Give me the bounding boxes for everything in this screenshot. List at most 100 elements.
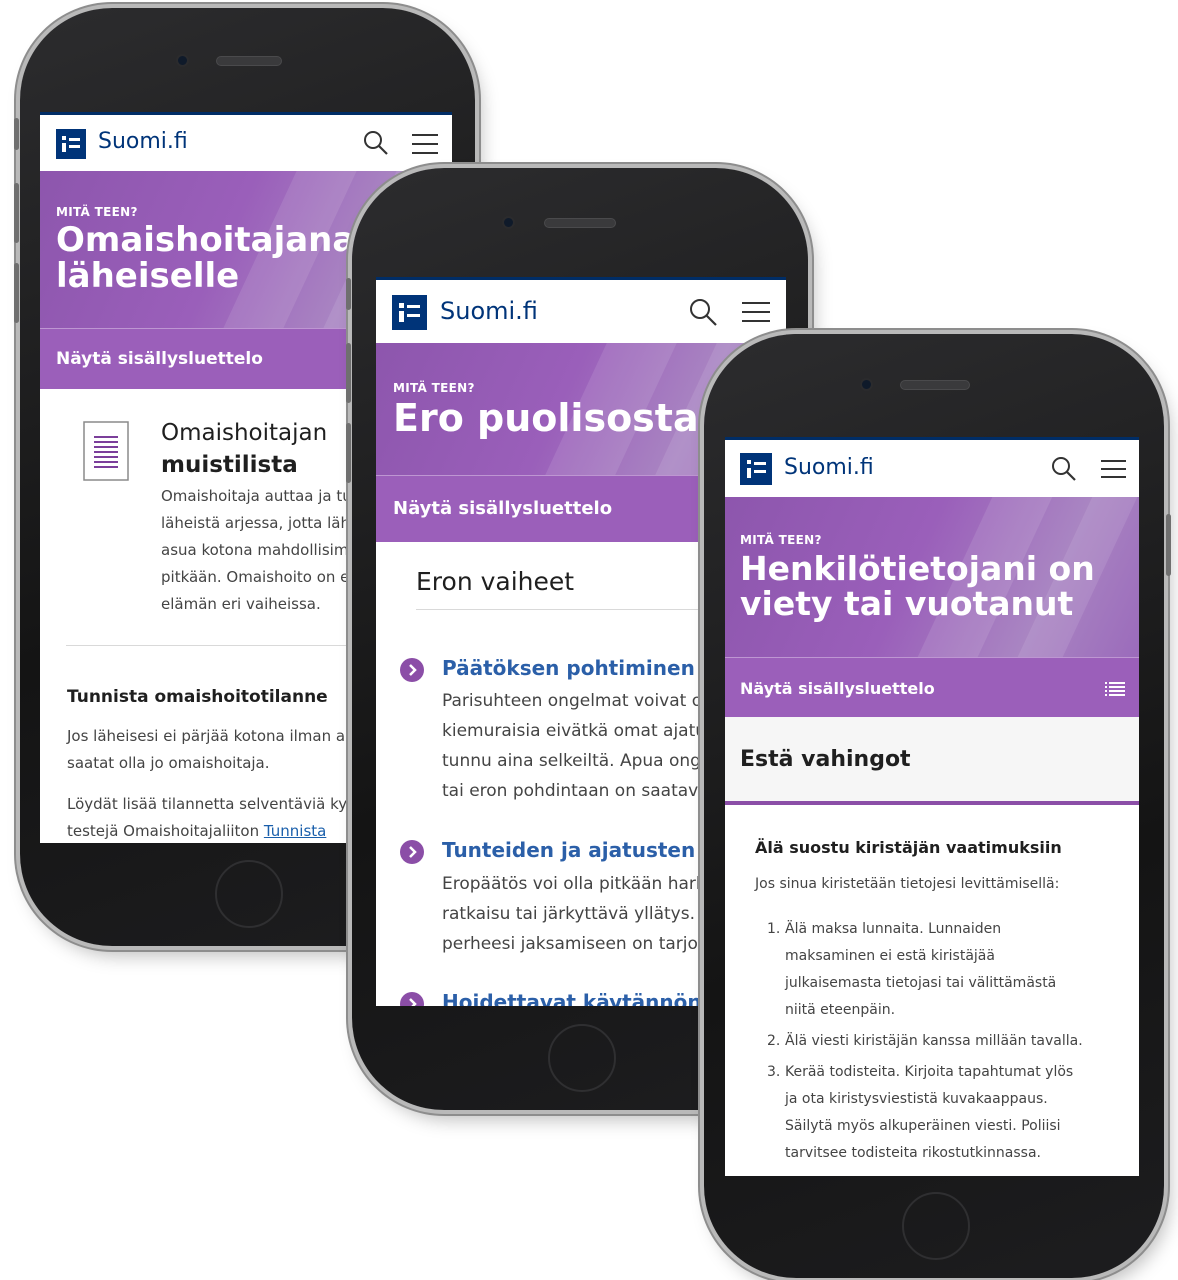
card-line: asua kotona mahdollisim	[161, 541, 349, 559]
step-line: kiemuraisia eivätkä omat ajatuk	[442, 721, 716, 741]
card-line: läheistä arjessa, jotta läh	[161, 514, 350, 532]
hamburger-menu-icon[interactable]	[412, 133, 438, 155]
step-line: perheesi jaksamiseen on tarjolla	[442, 934, 718, 954]
hero-eyebrow: MITÄ TEEN?	[56, 205, 138, 219]
search-icon[interactable]	[362, 129, 390, 157]
paragraph-line: Löydät lisää tilannetta selventäviä kys	[67, 795, 355, 813]
site-logo-text[interactable]: Suomi.fi	[784, 455, 874, 480]
step-line: ratkaisu tai järkyttävä yllätys. Si	[442, 904, 716, 924]
section-heading: Tunnista omaishoitotilanne	[67, 687, 328, 707]
subheading: Älä suostu kiristäjän vaatimuksiin	[755, 838, 1062, 857]
phone-speaker	[216, 56, 282, 66]
card-title-line: Omaishoitajan	[161, 420, 328, 446]
step-line: Eropäätös voi olla pitkään harki	[442, 874, 711, 894]
list-number: 1.	[767, 921, 781, 937]
paragraph: Löydät lisää tilannetta selventäviä kys …	[67, 791, 355, 843]
section-heading: Estä vahingot	[740, 747, 911, 772]
list-line: tarvitsee todisteita rikostutkinnassa.	[785, 1145, 1041, 1161]
phone3-screen: Suomi.fi MITÄ TEEN? Henkilötietojani on …	[725, 437, 1139, 1176]
paragraph-text: testejä Omaishoitajaliiton	[67, 822, 264, 840]
site-header: Suomi.fi	[725, 440, 1139, 497]
card-line: pitkään. Omaishoito on e	[161, 568, 350, 586]
phone-camera	[860, 378, 873, 391]
phone-speaker	[900, 380, 970, 390]
phone-camera	[502, 216, 515, 229]
page-title: Omaishoitajana läheiselle	[56, 220, 356, 296]
page-title-line: läheiselle	[56, 255, 240, 296]
toc-toggle-label: Näytä sisällysluettelo	[740, 679, 935, 698]
list-line: Säilytä myös alkuperäinen viesti. Poliis…	[785, 1118, 1061, 1134]
list-line: Älä maksa lunnaita. Lunnaiden	[785, 921, 1002, 937]
list-line: julkaisemasta tietojasi tai välittämästä	[785, 975, 1057, 991]
toc-toggle-label: Näytä sisällysluettelo	[393, 498, 613, 519]
chevron-right-icon[interactable]	[400, 840, 424, 864]
suomi-logo-icon[interactable]	[740, 453, 772, 485]
toc-toggle[interactable]: Näytä sisällysluettelo	[725, 657, 1139, 718]
paragraph-line: saatat olla jo omaishoitaja.	[67, 754, 270, 772]
card-line: Omaishoitaja auttaa ja tu	[161, 487, 352, 505]
list-line: Älä viesti kiristäjän kanssa millään tav…	[785, 1033, 1083, 1049]
section-heading-band: Estä vahingot	[725, 717, 1139, 805]
list-line: ja ota kiristysviestistä kuvakaappaus.	[785, 1091, 1048, 1107]
search-icon[interactable]	[688, 297, 718, 327]
phone-side-button	[346, 343, 351, 403]
step-line: Parisuhteen ongelmat voivat oll	[442, 691, 712, 711]
step-link[interactable]: Päätöksen pohtiminen	[442, 656, 695, 680]
suomi-logo-icon[interactable]	[56, 129, 86, 159]
paragraph-line: testejä Omaishoitajaliiton Tunnista	[67, 818, 355, 843]
card-title[interactable]: Omaishoitajan muistilista	[161, 417, 327, 481]
phone-side-button	[14, 118, 19, 150]
toc-toggle-label: Näytä sisällysluettelo	[56, 349, 263, 369]
card-description: Omaishoitaja auttaa ja tu läheistä arjes…	[161, 483, 352, 618]
page-title-line: Henkilötietojani on	[740, 549, 1095, 588]
hamburger-menu-icon[interactable]	[1101, 459, 1126, 479]
step-description: Eropäätös voi olla pitkään harki ratkais…	[442, 869, 718, 959]
search-icon[interactable]	[1050, 455, 1078, 483]
site-logo-text[interactable]: Suomi.fi	[98, 129, 188, 154]
suomi-logo-icon[interactable]	[392, 295, 427, 330]
hero-eyebrow: MITÄ TEEN?	[393, 381, 475, 395]
phone-side-button	[14, 263, 19, 323]
list-line: maksaminen ei estä kiristäjää	[785, 948, 995, 964]
list-item: 2. Älä viesti kiristäjän kanssa millään …	[767, 1028, 1083, 1055]
phone-side-button	[346, 278, 351, 310]
phone-speaker	[544, 218, 616, 228]
phone-side-button	[1166, 514, 1171, 576]
phone-camera	[176, 54, 189, 67]
section-heading: Eron vaiheet	[416, 567, 575, 596]
page-title-line: Omaishoitajana	[56, 220, 356, 260]
page-title: Ero puolisosta	[393, 396, 699, 440]
list-line: niitä eteenpäin.	[785, 1002, 896, 1018]
home-button[interactable]	[548, 1024, 616, 1092]
list-number: 3.	[767, 1064, 781, 1080]
hero-banner: MITÄ TEEN? Henkilötietojani on viety tai…	[725, 497, 1139, 657]
page-title-line: viety tai vuotanut	[740, 583, 1074, 623]
paragraph: Jos läheisesi ei pärjää kotona ilman ap …	[67, 723, 355, 777]
chevron-right-icon[interactable]	[400, 992, 424, 1006]
step-line: tai eron pohdintaan on saatavill	[442, 781, 713, 801]
list-icon	[1105, 682, 1125, 696]
phone-side-button	[14, 183, 19, 243]
site-logo-text[interactable]: Suomi.fi	[440, 297, 538, 325]
step-description: Parisuhteen ongelmat voivat oll kiemurai…	[442, 686, 716, 806]
tunnista-link[interactable]: Tunnista	[264, 822, 326, 840]
hero-eyebrow: MITÄ TEEN?	[740, 533, 822, 547]
list-number: 2.	[767, 1033, 781, 1049]
intro-text: Jos sinua kiristetään tietojesi levittäm…	[755, 876, 1060, 892]
site-header: Suomi.fi	[376, 280, 786, 343]
paragraph-line: Jos läheisesi ei pärjää kotona ilman ap	[67, 727, 355, 745]
card-title-line: muistilista	[161, 452, 298, 478]
phone-side-button	[346, 423, 351, 483]
document-list-icon	[83, 421, 129, 481]
list-line: Kerää todisteita. Kirjoita tapahtumat yl…	[785, 1064, 1074, 1080]
page-title: Henkilötietojani on viety tai vuotanut	[740, 549, 1095, 623]
site-header: Suomi.fi	[40, 115, 452, 171]
list-item: 1. Älä maksa lunnaita. Lunnaiden maksami…	[767, 916, 1083, 1024]
chevron-right-icon[interactable]	[400, 658, 424, 682]
card-line: elämän eri vaiheissa.	[161, 595, 321, 613]
numbered-list: 1. Älä maksa lunnaita. Lunnaiden maksami…	[767, 916, 1083, 1167]
hamburger-menu-icon[interactable]	[742, 301, 770, 323]
step-line: tunnu aina selkeiltä. Apua ongel	[442, 751, 717, 771]
home-button[interactable]	[215, 860, 283, 928]
home-button[interactable]	[902, 1192, 970, 1260]
